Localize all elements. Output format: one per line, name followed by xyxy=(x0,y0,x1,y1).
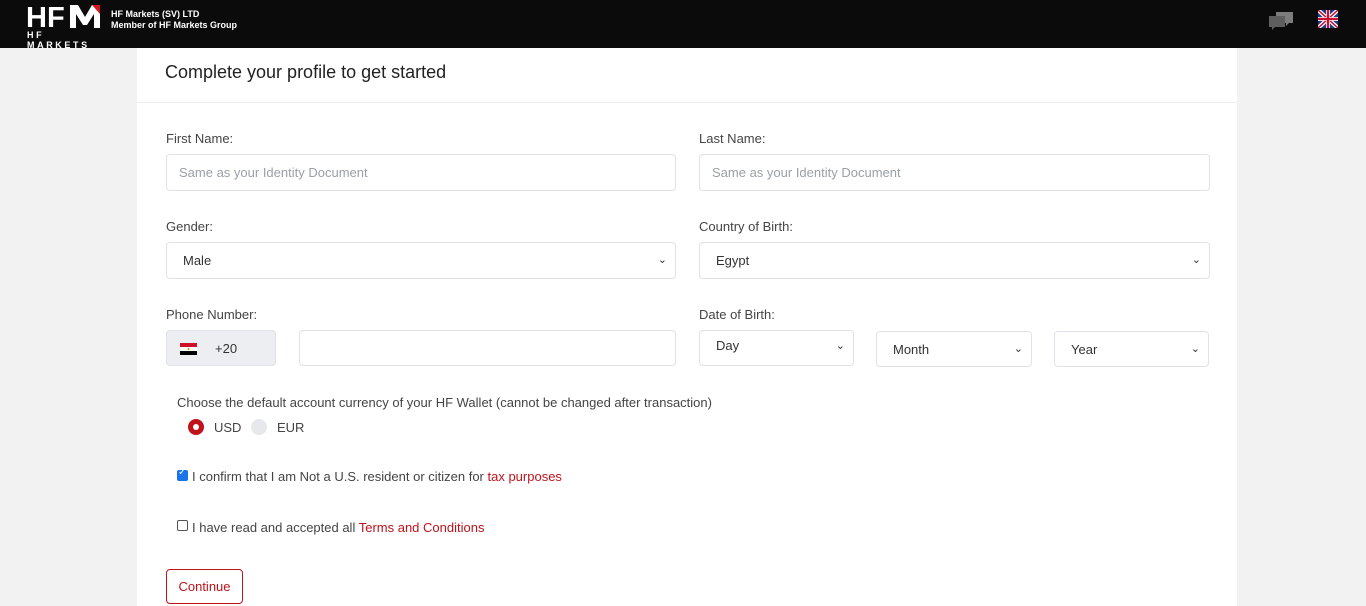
tax-confirm-checkbox[interactable] xyxy=(177,467,188,481)
date-of-birth-label: Date of Birth: xyxy=(699,307,775,322)
dob-day-select[interactable]: Day ⌄ xyxy=(699,330,854,366)
chevron-down-icon: ⌄ xyxy=(1191,254,1201,266)
egypt-flag-icon xyxy=(180,343,197,355)
last-name-label: Last Name: xyxy=(699,131,766,146)
country-of-birth-value: Egypt xyxy=(716,253,750,268)
usd-radio[interactable] xyxy=(188,419,204,435)
terms-and-conditions-link[interactable]: Terms and Conditions xyxy=(359,520,485,535)
chat-bubbles-icon[interactable] xyxy=(1268,10,1294,32)
country-code-value: +20 xyxy=(215,341,238,356)
terms-checkbox[interactable] xyxy=(177,520,188,531)
dob-year-value: Year xyxy=(1071,342,1098,357)
continue-button[interactable]: Continue xyxy=(166,569,243,604)
terms-text: I have read and accepted all Terms and C… xyxy=(192,520,484,535)
dob-year-select[interactable]: Year ⌄ xyxy=(1054,331,1209,367)
hfm-logo[interactable]: HF HF MARKETS xyxy=(26,2,106,50)
company-group: Member of HF Markets Group xyxy=(111,20,238,30)
company-name: HF Markets (SV) LTD xyxy=(111,9,200,19)
uk-flag-icon[interactable] xyxy=(1318,10,1338,28)
company-info: HF Markets (SV) LTD Member of HF Markets… xyxy=(111,9,237,31)
card-header: Complete your profile to get started xyxy=(137,48,1237,103)
logo-subtitle: HF MARKETS xyxy=(27,30,90,50)
usd-label[interactable]: USD xyxy=(214,420,241,435)
tax-confirm-text: I confirm that I am Not a U.S. resident … xyxy=(192,469,562,484)
first-name-label: First Name: xyxy=(166,131,234,146)
chevron-down-icon: ⌄ xyxy=(1190,343,1200,355)
phone-country-code[interactable]: +20 xyxy=(166,330,276,366)
last-name-input[interactable] xyxy=(699,154,1210,191)
dob-month-value: Month xyxy=(893,342,930,357)
dob-month-select[interactable]: Month ⌄ xyxy=(876,331,1032,367)
country-of-birth-label: Country of Birth: xyxy=(699,219,793,234)
gender-value: Male xyxy=(183,253,212,268)
chevron-down-icon: ⌄ xyxy=(1013,343,1023,355)
tax-purposes-link[interactable]: tax purposes xyxy=(488,469,562,484)
chevron-down-icon: ⌄ xyxy=(657,254,667,266)
first-name-input[interactable] xyxy=(166,154,676,191)
svg-text:HF: HF xyxy=(26,2,65,30)
currency-question: Choose the default account currency of y… xyxy=(177,395,712,410)
eur-radio[interactable] xyxy=(251,419,267,435)
chevron-down-icon: ⌄ xyxy=(835,340,845,352)
tax-confirm-label: I confirm that I am Not a U.S. resident … xyxy=(192,469,488,484)
top-header: HF HF MARKETS HF Markets (SV) LTD Member… xyxy=(0,0,1366,50)
phone-number-label: Phone Number: xyxy=(166,307,258,322)
gender-label: Gender: xyxy=(166,219,213,234)
eur-label[interactable]: EUR xyxy=(277,420,304,435)
dob-day-value: Day xyxy=(716,338,740,353)
profile-form-card: Complete your profile to get started Fir… xyxy=(137,48,1237,606)
country-of-birth-select[interactable]: Egypt ⌄ xyxy=(699,242,1210,279)
page-title: Complete your profile to get started xyxy=(165,62,447,82)
hfm-logo-mark: HF xyxy=(26,2,100,30)
terms-label: I have read and accepted all xyxy=(192,520,359,535)
gender-select[interactable]: Male ⌄ xyxy=(166,242,676,279)
phone-number-input[interactable] xyxy=(299,330,676,366)
